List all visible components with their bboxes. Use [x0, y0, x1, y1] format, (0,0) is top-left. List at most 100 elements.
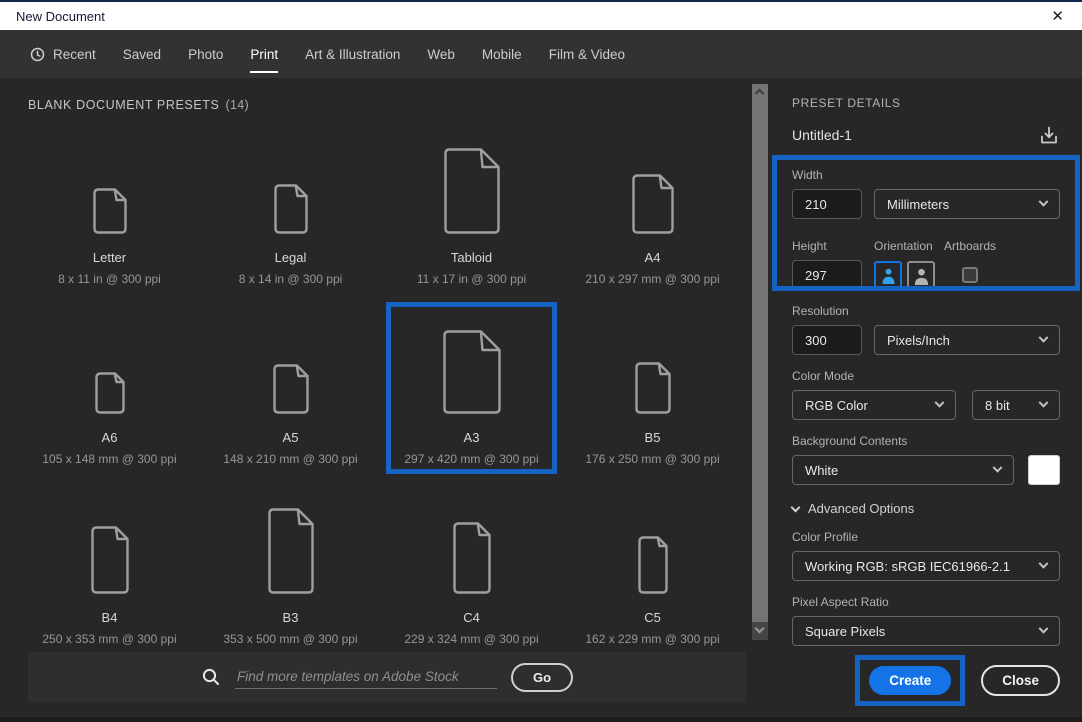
tab-recent[interactable]: Recent	[30, 30, 96, 78]
color-mode-value: RGB Color	[805, 397, 868, 413]
search-input[interactable]	[234, 665, 497, 689]
preset-name: A6	[101, 430, 118, 445]
chevron-down-icon	[1038, 332, 1049, 343]
scrollbar-down-icon[interactable]	[754, 623, 765, 634]
color-mode-dropdown[interactable]: RGB Color	[792, 390, 956, 420]
preset-dims: 176 x 250 mm @ 300 ppi	[585, 452, 720, 466]
tab-label: Print	[250, 46, 279, 62]
preset-card-tabloid[interactable]: Tabloid 11 x 17 in @ 300 ppi	[386, 122, 557, 294]
chevron-down-icon	[1038, 397, 1049, 408]
resolution-unit-dropdown[interactable]: Pixels/Inch	[874, 325, 1060, 355]
chevron-down-icon	[790, 502, 801, 512]
go-button[interactable]: Go	[510, 662, 574, 692]
tab-art-illustration[interactable]: Art & Illustration	[305, 30, 400, 78]
tab-label: Recent	[53, 46, 96, 62]
preset-details-panel: PRESET DETAILS Untitled-1 Width Millimet…	[770, 78, 1082, 717]
scrollbar-thumb[interactable]	[752, 84, 768, 622]
presets-pane: BLANK DOCUMENT PRESETS (14) Letter 8 x 11 …	[0, 78, 770, 717]
tab-film-video[interactable]: Film & Video	[549, 30, 625, 78]
units-dropdown[interactable]: Millimeters	[874, 189, 1060, 219]
preset-card-b4[interactable]: B4 250 x 353 mm @ 300 ppi	[24, 482, 195, 654]
preset-dims: 11 x 17 in @ 300 ppi	[416, 272, 527, 286]
color-profile-dropdown[interactable]: Working RGB: sRGB IEC61966-2.1	[792, 551, 1060, 581]
create-button[interactable]: Create	[869, 666, 952, 695]
clock-icon	[30, 47, 45, 62]
preset-name: B5	[644, 430, 661, 445]
preset-card-b3[interactable]: B3 353 x 500 mm @ 300 ppi	[205, 482, 376, 654]
document-page-icon	[267, 482, 314, 610]
preset-name: A5	[282, 430, 299, 445]
background-color-swatch[interactable]	[1028, 455, 1060, 485]
document-name-field[interactable]: Untitled-1	[792, 127, 852, 143]
tab-print[interactable]: Print	[250, 30, 278, 78]
pixel-aspect-ratio-value: Square Pixels	[805, 623, 886, 639]
resolution-unit-value: Pixels/Inch	[887, 332, 950, 348]
bit-depth-value: 8 bit	[985, 397, 1010, 413]
document-page-icon	[92, 122, 127, 250]
tab-mobile[interactable]: Mobile	[482, 30, 522, 78]
document-page-icon	[273, 122, 308, 250]
tab-label: Art & Illustration	[305, 46, 401, 62]
adobe-stock-search-bar: Go	[28, 652, 746, 702]
preset-name: A4	[644, 250, 661, 265]
preset-dims: 353 x 500 mm @ 300 ppi	[223, 632, 358, 646]
landscape-person-icon	[914, 268, 928, 285]
background-contents-dropdown[interactable]: White	[792, 455, 1014, 485]
preset-card-a3[interactable]: A3 297 x 420 mm @ 300 ppi	[386, 302, 557, 474]
preset-dims: 148 x 210 mm @ 300 ppi	[223, 452, 358, 466]
width-label: Width	[792, 168, 823, 182]
tab-label: Saved	[122, 46, 162, 62]
preset-dims: 162 x 229 mm @ 300 ppi	[585, 632, 720, 646]
preset-name: C5	[644, 610, 661, 625]
title-bar: New Document ✕	[0, 2, 1082, 30]
artboards-checkbox[interactable]	[962, 267, 978, 283]
window-title: New Document	[16, 8, 105, 24]
tab-photo[interactable]: Photo	[188, 30, 223, 78]
orientation-portrait-button[interactable]	[874, 261, 902, 289]
chevron-down-icon	[934, 397, 945, 408]
preset-card-a6[interactable]: A6 105 x 148 mm @ 300 ppi	[24, 302, 195, 474]
close-button[interactable]: Close	[981, 665, 1060, 696]
preset-name: B3	[282, 610, 299, 625]
document-page-icon	[90, 482, 129, 610]
document-page-icon	[631, 122, 674, 250]
preset-card-c4[interactable]: C4 229 x 324 mm @ 300 ppi	[386, 482, 557, 654]
preset-name: Tabloid	[450, 250, 493, 265]
background-contents-value: White	[805, 462, 839, 478]
height-label: Height	[792, 239, 827, 253]
preset-card-letter[interactable]: Letter 8 x 11 in @ 300 ppi	[24, 122, 195, 294]
preset-card-c5[interactable]: C5 162 x 229 mm @ 300 ppi	[567, 482, 738, 654]
units-dropdown-value: Millimeters	[887, 196, 950, 212]
bit-depth-dropdown[interactable]: 8 bit	[972, 390, 1060, 420]
advanced-options-toggle[interactable]: Advanced Options	[790, 501, 1060, 516]
pixel-aspect-ratio-dropdown[interactable]: Square Pixels	[792, 616, 1060, 646]
preset-name: A3	[463, 430, 480, 445]
highlight-box-create: Create	[855, 655, 966, 706]
resolution-input[interactable]	[792, 325, 862, 355]
new-document-dialog: New Document ✕ Recent Saved Photo Print Art …	[0, 0, 1082, 722]
color-profile-value: Working RGB: sRGB IEC61966-2.1	[805, 558, 1010, 574]
search-icon	[201, 667, 221, 687]
height-input[interactable]	[792, 260, 862, 290]
window-close-button[interactable]: ✕	[1045, 7, 1070, 26]
color-mode-label: Color Mode	[792, 369, 855, 383]
dialog-content: BLANK DOCUMENT PRESETS (14) Letter 8 x 11 …	[0, 78, 1082, 717]
orientation-landscape-button[interactable]	[907, 261, 935, 289]
preset-name: Letter	[92, 250, 127, 265]
preset-card-a5[interactable]: A5 148 x 210 mm @ 300 ppi	[205, 302, 376, 474]
save-preset-icon[interactable]	[1038, 124, 1060, 146]
document-page-icon	[452, 482, 491, 610]
tab-saved[interactable]: Saved	[123, 30, 161, 78]
tab-web[interactable]: Web	[427, 30, 455, 78]
preset-card-legal[interactable]: Legal 8 x 14 in @ 300 ppi	[205, 122, 376, 294]
color-profile-label: Color Profile	[792, 530, 859, 544]
panel-header: PRESET DETAILS	[792, 96, 901, 110]
category-tab-bar: Recent Saved Photo Print Art & Illustration W…	[0, 30, 1082, 78]
document-page-icon	[272, 302, 309, 430]
width-input[interactable]	[792, 189, 862, 219]
presets-header-label: BLANK DOCUMENT PRESETS	[28, 98, 220, 112]
scrollbar[interactable]	[752, 84, 768, 640]
preset-card-b5[interactable]: B5 176 x 250 mm @ 300 ppi	[567, 302, 738, 474]
preset-card-a4[interactable]: A4 210 x 297 mm @ 300 ppi	[567, 122, 738, 294]
portrait-person-icon	[882, 268, 894, 284]
